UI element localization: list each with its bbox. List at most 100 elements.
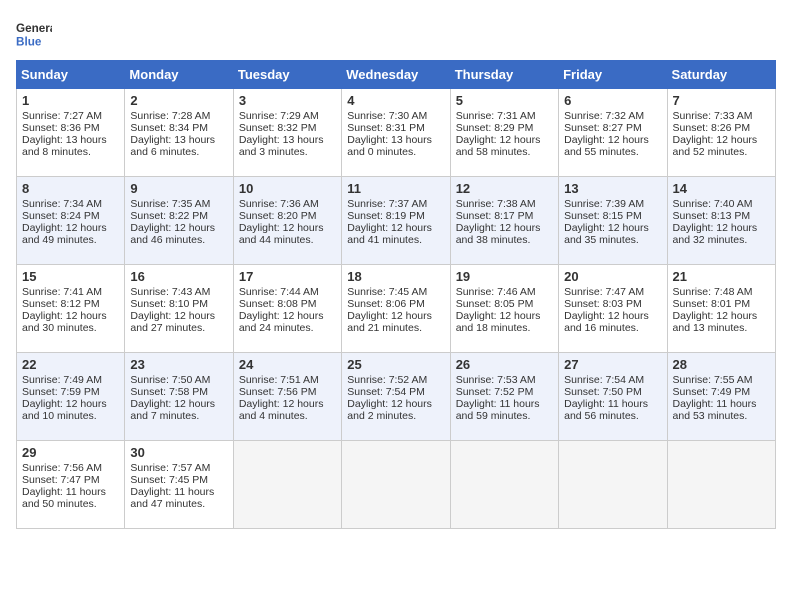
daylight: Daylight: 12 hours and 13 minutes. [673,310,758,334]
daylight: Daylight: 11 hours and 47 minutes. [130,486,214,510]
daylight: Daylight: 12 hours and 44 minutes. [239,222,324,246]
sunset: Sunset: 8:06 PM [347,298,425,310]
daylight: Daylight: 12 hours and 7 minutes. [130,398,215,422]
daylight: Daylight: 12 hours and 27 minutes. [130,310,215,334]
daylight: Daylight: 12 hours and 10 minutes. [22,398,107,422]
daylight: Daylight: 12 hours and 32 minutes. [673,222,758,246]
daylight: Daylight: 12 hours and 46 minutes. [130,222,215,246]
logo: General Blue [16,16,52,52]
calendar-cell-14: 14Sunrise: 7:40 AMSunset: 8:13 PMDayligh… [667,177,775,265]
calendar-cell-18: 18Sunrise: 7:45 AMSunset: 8:06 PMDayligh… [342,265,450,353]
daylight: Daylight: 13 hours and 3 minutes. [239,134,324,158]
calendar-cell-3: 3Sunrise: 7:29 AMSunset: 8:32 PMDaylight… [233,89,341,177]
calendar-cell-8: 8Sunrise: 7:34 AMSunset: 8:24 PMDaylight… [17,177,125,265]
calendar-cell-15: 15Sunrise: 7:41 AMSunset: 8:12 PMDayligh… [17,265,125,353]
sunset: Sunset: 8:05 PM [456,298,534,310]
daylight: Daylight: 12 hours and 55 minutes. [564,134,649,158]
daylight: Daylight: 12 hours and 16 minutes. [564,310,649,334]
sunset: Sunset: 7:58 PM [130,386,208,398]
sunset: Sunset: 7:49 PM [673,386,751,398]
sunrise: Sunrise: 7:37 AM [347,198,427,210]
day-number: 4 [347,93,444,108]
sunrise: Sunrise: 7:30 AM [347,110,427,122]
day-number: 21 [673,269,770,284]
sunset: Sunset: 7:54 PM [347,386,425,398]
calendar-cell-2: 2Sunrise: 7:28 AMSunset: 8:34 PMDaylight… [125,89,233,177]
calendar-week-5: 29Sunrise: 7:56 AMSunset: 7:47 PMDayligh… [17,441,776,529]
daylight: Daylight: 13 hours and 6 minutes. [130,134,215,158]
sunrise: Sunrise: 7:38 AM [456,198,536,210]
calendar-week-1: 1Sunrise: 7:27 AMSunset: 8:36 PMDaylight… [17,89,776,177]
daylight: Daylight: 12 hours and 4 minutes. [239,398,324,422]
sunrise: Sunrise: 7:57 AM [130,462,210,474]
daylight: Daylight: 12 hours and 24 minutes. [239,310,324,334]
daylight: Daylight: 12 hours and 30 minutes. [22,310,107,334]
calendar-cell-13: 13Sunrise: 7:39 AMSunset: 8:15 PMDayligh… [559,177,667,265]
daylight: Daylight: 12 hours and 58 minutes. [456,134,541,158]
calendar-cell-23: 23Sunrise: 7:50 AMSunset: 7:58 PMDayligh… [125,353,233,441]
calendar-week-2: 8Sunrise: 7:34 AMSunset: 8:24 PMDaylight… [17,177,776,265]
sunset: Sunset: 8:13 PM [673,210,751,222]
sunrise: Sunrise: 7:27 AM [22,110,102,122]
day-number: 11 [347,181,444,196]
sunrise: Sunrise: 7:45 AM [347,286,427,298]
day-number: 2 [130,93,227,108]
day-number: 10 [239,181,336,196]
day-number: 24 [239,357,336,372]
sunset: Sunset: 8:01 PM [673,298,751,310]
day-number: 5 [456,93,553,108]
calendar-cell-25: 25Sunrise: 7:52 AMSunset: 7:54 PMDayligh… [342,353,450,441]
calendar-cell-empty [450,441,558,529]
sunset: Sunset: 8:29 PM [456,122,534,134]
calendar-cell-5: 5Sunrise: 7:31 AMSunset: 8:29 PMDaylight… [450,89,558,177]
col-tuesday: Tuesday [233,61,341,89]
col-thursday: Thursday [450,61,558,89]
sunset: Sunset: 8:10 PM [130,298,208,310]
sunrise: Sunrise: 7:52 AM [347,374,427,386]
calendar-cell-24: 24Sunrise: 7:51 AMSunset: 7:56 PMDayligh… [233,353,341,441]
calendar-cell-20: 20Sunrise: 7:47 AMSunset: 8:03 PMDayligh… [559,265,667,353]
sunrise: Sunrise: 7:35 AM [130,198,210,210]
calendar-week-3: 15Sunrise: 7:41 AMSunset: 8:12 PMDayligh… [17,265,776,353]
calendar-cell-17: 17Sunrise: 7:44 AMSunset: 8:08 PMDayligh… [233,265,341,353]
sunset: Sunset: 8:19 PM [347,210,425,222]
daylight: Daylight: 12 hours and 21 minutes. [347,310,432,334]
daylight: Daylight: 12 hours and 38 minutes. [456,222,541,246]
sunrise: Sunrise: 7:56 AM [22,462,102,474]
sunset: Sunset: 7:52 PM [456,386,534,398]
sunrise: Sunrise: 7:36 AM [239,198,319,210]
calendar-cell-21: 21 Sunrise: 7:48 AMSunset: 8:01 PMDayligh… [667,265,775,353]
sunset: Sunset: 7:50 PM [564,386,642,398]
calendar-week-4: 22Sunrise: 7:49 AMSunset: 7:59 PMDayligh… [17,353,776,441]
day-number: 25 [347,357,444,372]
calendar-cell-empty [342,441,450,529]
day-number: 15 [22,269,119,284]
daylight: Daylight: 11 hours and 53 minutes. [673,398,757,422]
sunset: Sunset: 8:15 PM [564,210,642,222]
sunset: Sunset: 8:31 PM [347,122,425,134]
day-number: 16 [130,269,227,284]
sunrise: Sunrise: 7:48 AM [673,286,753,298]
sunrise: Sunrise: 7:33 AM [673,110,753,122]
day-number: 13 [564,181,661,196]
day-number: 12 [456,181,553,196]
day-number: 29 [22,445,119,460]
sunrise: Sunrise: 7:49 AM [22,374,102,386]
daylight: Daylight: 12 hours and 35 minutes. [564,222,649,246]
daylight: Daylight: 11 hours and 59 minutes. [456,398,540,422]
sunrise: Sunrise: 7:32 AM [564,110,644,122]
sunrise: Sunrise: 7:44 AM [239,286,319,298]
col-saturday: Saturday [667,61,775,89]
day-number: 30 [130,445,227,460]
sunset: Sunset: 8:22 PM [130,210,208,222]
calendar-body: 1Sunrise: 7:27 AMSunset: 8:36 PMDaylight… [17,89,776,529]
day-number: 22 [22,357,119,372]
calendar-table: Sunday Monday Tuesday Wednesday Thursday… [16,60,776,529]
calendar-cell-6: 6Sunrise: 7:32 AMSunset: 8:27 PMDaylight… [559,89,667,177]
calendar-cell-4: 4Sunrise: 7:30 AMSunset: 8:31 PMDaylight… [342,89,450,177]
daylight: Daylight: 12 hours and 18 minutes. [456,310,541,334]
day-number: 1 [22,93,119,108]
sunrise: Sunrise: 7:43 AM [130,286,210,298]
sunset: Sunset: 8:24 PM [22,210,100,222]
sunset: Sunset: 7:59 PM [22,386,100,398]
